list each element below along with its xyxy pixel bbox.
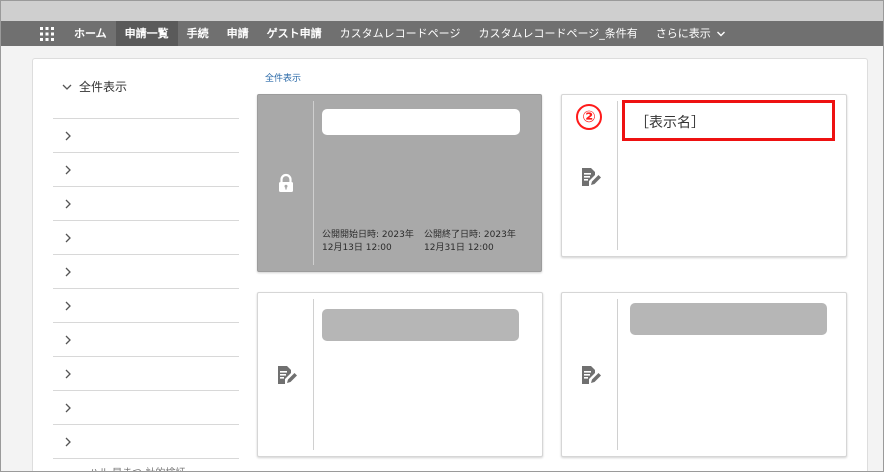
app-launcher-icon[interactable] [35, 21, 59, 46]
card-title-placeholder [630, 303, 827, 335]
main-panel: 全件表示 ハル 早まつ 計的検証 全件表示 [32, 58, 868, 471]
chevron-right-icon [65, 233, 71, 242]
sidebar-cut-off-label: ハル 早まつ 計的検証 [89, 464, 185, 471]
lock-icon [279, 173, 293, 192]
publish-period: 公開開始日時: 2023年12月13日 12:00 公開終了日時: 2023年1… [322, 229, 526, 255]
document-edit-icon [582, 366, 601, 384]
publish-end: 公開終了日時: 2023年12月31日 12:00 [424, 229, 526, 255]
chevron-right-icon [65, 267, 71, 276]
nav-tab-procedures[interactable]: 手続 [178, 21, 218, 46]
document-edit-icon [278, 366, 297, 384]
card-divider [313, 299, 314, 450]
publish-end-label: 公開終了日時: [424, 230, 482, 240]
breadcrumb-all[interactable]: 全件表示 [265, 71, 301, 84]
procedure-card-annotated[interactable]: ② ［表示名］ [561, 94, 847, 257]
chevron-right-icon [65, 403, 71, 412]
nav-tab-guest-application[interactable]: ゲスト申請 [258, 21, 331, 46]
card-title-placeholder [322, 309, 519, 341]
chevron-down-icon [62, 84, 72, 90]
card-divider [617, 299, 618, 450]
chevron-down-icon [716, 31, 725, 36]
publish-start: 公開開始日時: 2023年12月13日 12:00 [322, 229, 424, 255]
chevron-right-icon [65, 369, 71, 378]
sidebar-tree-item[interactable] [53, 118, 239, 152]
nav-tab-custom-record-page-conditional[interactable]: カスタムレコードページ_条件有 [469, 21, 646, 46]
global-navbar: ホーム 申請一覧 手続 申請 ゲスト申請 カスタムレコードページ カスタムレコー… [1, 21, 883, 46]
nav-tab-home[interactable]: ホーム [65, 21, 116, 46]
sidebar-tree-item[interactable] [53, 220, 239, 254]
sidebar-tree-item[interactable] [53, 152, 239, 186]
sidebar-tree-item[interactable] [53, 186, 239, 220]
chevron-right-icon [65, 131, 71, 140]
sidebar-tree-item[interactable] [53, 390, 239, 424]
top-strip [1, 1, 883, 21]
chevron-right-icon [65, 165, 71, 174]
card-title-placeholder [322, 109, 520, 135]
procedure-card[interactable] [257, 292, 543, 457]
procedure-card-locked[interactable]: 公開開始日時: 2023年12月13日 12:00 公開終了日時: 2023年1… [257, 94, 542, 272]
procedure-card[interactable] [561, 292, 847, 457]
sidebar-tree-item[interactable] [53, 254, 239, 288]
nav-more-label: さらに表示 [655, 27, 711, 40]
document-edit-icon [582, 168, 601, 186]
nav-tab-application-list[interactable]: 申請一覧 [115, 21, 178, 46]
sidebar-tree-item[interactable] [53, 322, 239, 356]
chevron-right-icon [65, 437, 71, 446]
sidebar-tree-divider [53, 458, 239, 459]
chevron-right-icon [65, 335, 71, 344]
display-name-label: ［表示名］ [635, 115, 705, 131]
publish-start-label: 公開開始日時: [322, 230, 380, 240]
app-window: ホーム 申請一覧 手続 申請 ゲスト申請 カスタムレコードページ カスタムレコー… [0, 0, 884, 472]
sidebar-tree [53, 118, 239, 459]
sidebar-tree-item[interactable] [53, 356, 239, 390]
sidebar-header-all[interactable]: 全件表示 [61, 78, 127, 95]
nav-tab-custom-record-page[interactable]: カスタムレコードページ [331, 21, 470, 46]
card-divider [617, 101, 618, 250]
card-divider [313, 101, 314, 265]
chevron-right-icon [65, 301, 71, 310]
chevron-right-icon [65, 199, 71, 208]
sidebar-tree-item[interactable] [53, 424, 239, 458]
nav-tab-applications[interactable]: 申請 [218, 21, 258, 46]
sidebar-tree-item[interactable] [53, 288, 239, 322]
nav-more-menu[interactable]: さらに表示 [647, 21, 735, 46]
callout-number-badge: ② [576, 104, 602, 130]
display-name-callout: ［表示名］ [622, 100, 835, 141]
sidebar-header-label: 全件表示 [79, 80, 128, 94]
